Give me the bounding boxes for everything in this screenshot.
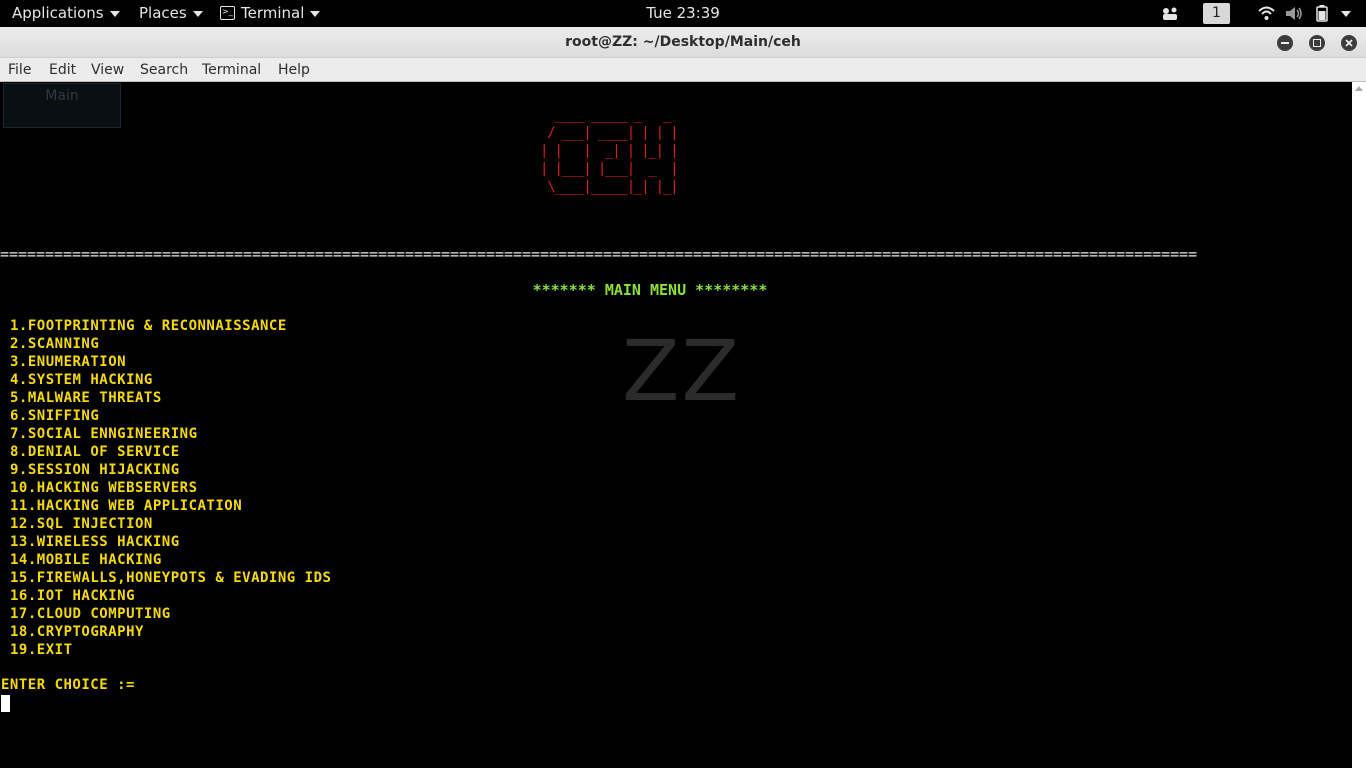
close-icon: [1345, 39, 1353, 47]
battery-icon[interactable]: [1316, 5, 1328, 22]
enter-choice-prompt: ENTER CHOICE :=: [1, 677, 135, 693]
menu-option-13: 13.WIRELESS HACKING: [10, 534, 180, 550]
menu-option-12: 12.SQL INJECTION: [10, 516, 153, 532]
wifi-icon[interactable]: [1258, 6, 1275, 21]
maximize-icon: [1313, 39, 1321, 47]
terminal-scrollbar[interactable]: [1352, 82, 1366, 768]
apps-icon[interactable]: [1161, 6, 1179, 21]
desktop-folder-label: Main: [3, 83, 121, 128]
menu-option-10: 10.HACKING WEBSERVERS: [10, 480, 198, 496]
window-titlebar[interactable]: root@ZZ: ~/Desktop/Main/ceh: [0, 27, 1366, 58]
scroll-up-arrow-icon[interactable]: [1355, 86, 1363, 91]
menu-option-2: 2.SCANNING: [10, 336, 100, 352]
menu-option-6: 6.SNIFFING: [10, 408, 100, 424]
menu-terminal[interactable]: Terminal: [202, 58, 261, 82]
menu-bar: File Edit View Search Terminal Help: [0, 58, 1366, 82]
menu-option-16: 16.IOT HACKING: [10, 588, 136, 604]
zz-watermark: ZZ: [622, 322, 742, 420]
close-button[interactable]: [1341, 35, 1357, 51]
menu-option-1: 1.FOOTPRINTING & RECONNAISSANCE: [10, 318, 287, 334]
menu-option-19: 19.EXIT: [10, 642, 73, 658]
menu-file[interactable]: File: [8, 58, 31, 82]
menu-view[interactable]: View: [91, 58, 124, 82]
separator-rule: ========================================…: [0, 245, 1198, 263]
minimize-icon: [1281, 42, 1289, 44]
menu-option-18: 18.CRYPTOGRAPHY: [10, 624, 144, 640]
volume-icon[interactable]: [1285, 6, 1303, 21]
power-menu-icon[interactable]: [1335, 0, 1351, 27]
menu-option-17: 17.CLOUD COMPUTING: [10, 606, 171, 622]
menu-option-7: 7.SOCIAL ENNGINEERING: [10, 426, 198, 442]
clock-label: Tue 23:39: [646, 4, 720, 22]
window-title: root@ZZ: ~/Desktop/Main/ceh: [565, 34, 801, 50]
top-bar: Applications Places >_ Terminal Tue 23:39…: [0, 0, 1366, 27]
main-menu-heading: ******* MAIN MENU ********: [532, 281, 768, 299]
menu-option-3: 3.ENUMERATION: [10, 354, 127, 370]
terminal-area[interactable]: Main ____ _____ _ _ / ___| ____| | | | |…: [0, 82, 1352, 768]
ceh-ascii-logo: ____ _____ _ _ / ___| ____| | | | | | | …: [540, 107, 679, 195]
workspace-indicator[interactable]: 1: [1203, 3, 1230, 24]
menu-search[interactable]: Search: [140, 58, 188, 82]
minimize-button[interactable]: [1277, 35, 1293, 51]
terminal-cursor[interactable]: [1, 695, 10, 712]
menu-option-11: 11.HACKING WEB APPLICATION: [10, 498, 243, 514]
menu-option-5: 5.MALWARE THREATS: [10, 390, 162, 406]
menu-option-9: 9.SESSION HIJACKING: [10, 462, 180, 478]
menu-edit[interactable]: Edit: [49, 58, 76, 82]
menu-help[interactable]: Help: [278, 58, 310, 82]
menu-list: 1.FOOTPRINTING & RECONNAISSANCE 2.SCANNI…: [10, 317, 331, 659]
menu-option-14: 14.MOBILE HACKING: [10, 552, 162, 568]
maximize-button[interactable]: [1309, 35, 1325, 51]
menu-option-8: 8.DENIAL OF SERVICE: [10, 444, 180, 460]
menu-option-15: 15.FIREWALLS,HONEYPOTS & EVADING IDS: [10, 570, 332, 586]
menu-option-4: 4.SYSTEM HACKING: [10, 372, 153, 388]
